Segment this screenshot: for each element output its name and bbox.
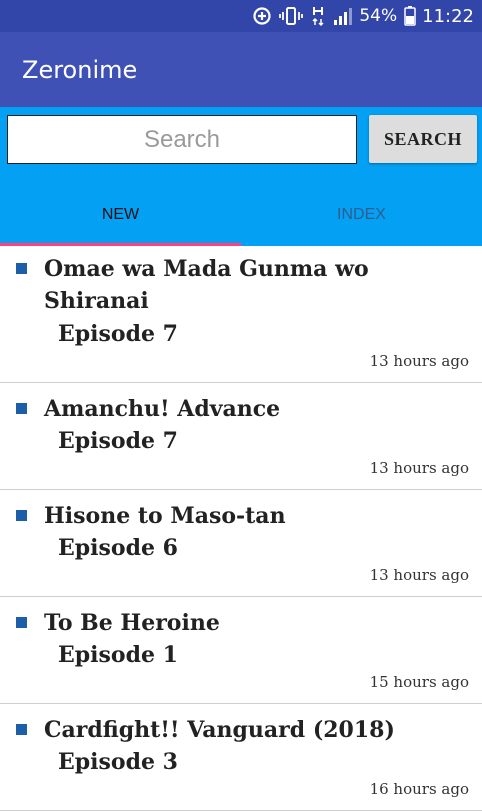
- tab-new[interactable]: NEW: [0, 183, 241, 246]
- tab-index[interactable]: INDEX: [241, 183, 482, 246]
- list-item[interactable]: Cardfight!! Vanguard (2018) Episode 3 16…: [0, 704, 482, 811]
- list-item[interactable]: Omae wa Mada Gunma wo Shiranai Episode 7…: [0, 246, 482, 383]
- item-title: To Be Heroine: [44, 610, 220, 636]
- item-episode: Episode 1: [58, 642, 178, 668]
- item-title: Omae wa Mada Gunma wo Shiranai: [44, 256, 369, 314]
- search-panel: SEARCH NEW INDEX: [0, 107, 482, 246]
- item-time: 13 hours ago: [369, 566, 469, 584]
- item-time: 13 hours ago: [369, 459, 469, 477]
- tab-bar: NEW INDEX: [0, 183, 482, 246]
- search-input[interactable]: [7, 115, 357, 164]
- bullet-icon: [16, 617, 27, 628]
- item-title: Amanchu! Advance: [44, 396, 281, 422]
- bullet-icon: [16, 403, 27, 414]
- status-bar: 54% 11:22: [0, 0, 482, 32]
- item-time: 16 hours ago: [369, 780, 469, 798]
- item-episode: Episode 3: [58, 749, 178, 775]
- search-button[interactable]: SEARCH: [369, 115, 477, 163]
- tab-label: INDEX: [337, 205, 386, 223]
- bullet-icon: [16, 510, 27, 521]
- app-title: Zeronime: [22, 55, 138, 84]
- list-item[interactable]: To Be Heroine Episode 1 15 hours ago: [0, 597, 482, 704]
- data-saver-icon: [252, 6, 272, 26]
- item-episode: Episode 7: [58, 428, 178, 454]
- battery-percent: 54%: [359, 6, 398, 26]
- list-item[interactable]: Amanchu! Advance Episode 7 13 hours ago: [0, 383, 482, 490]
- battery-icon: [404, 6, 416, 26]
- list-item[interactable]: Hisone to Maso-tan Episode 6 13 hours ag…: [0, 490, 482, 597]
- network-h-icon: [310, 5, 326, 27]
- item-time: 15 hours ago: [369, 673, 469, 691]
- bullet-icon: [16, 724, 27, 735]
- signal-icon: [333, 6, 353, 26]
- item-title: Hisone to Maso-tan: [44, 503, 286, 529]
- episode-list: Omae wa Mada Gunma wo Shiranai Episode 7…: [0, 246, 482, 811]
- bullet-icon: [16, 263, 27, 274]
- item-time: 13 hours ago: [369, 352, 469, 370]
- item-title: Cardfight!! Vanguard (2018): [44, 717, 395, 743]
- item-episode: Episode 6: [58, 535, 178, 561]
- clock: 11:22: [422, 5, 474, 27]
- app-bar: Zeronime: [0, 32, 482, 107]
- vibrate-icon: [279, 6, 304, 26]
- item-episode: Episode 7: [58, 321, 178, 347]
- tab-label: NEW: [101, 205, 140, 223]
